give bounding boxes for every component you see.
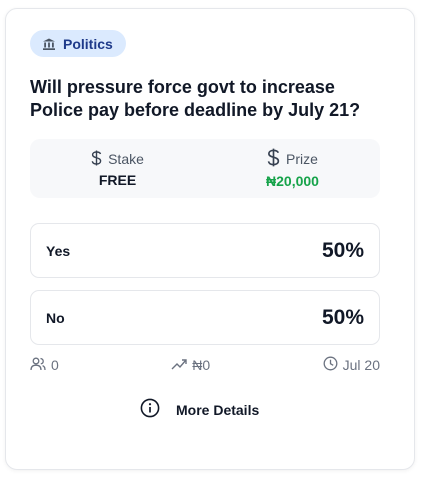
volume-value: ₦0 bbox=[192, 357, 211, 373]
stats-panel: Stake FREE Prize ₦20,000 bbox=[30, 139, 380, 198]
volume-amount: ₦0 bbox=[171, 357, 210, 373]
users-icon bbox=[30, 357, 46, 374]
prize-stat: Prize ₦20,000 bbox=[205, 139, 380, 198]
option-no[interactable]: No 50% bbox=[30, 290, 380, 345]
deadline-value: Jul 20 bbox=[342, 357, 380, 373]
market-footer: 0 ₦0 Jul 20 bbox=[30, 355, 380, 375]
prize-value: ₦20,000 bbox=[266, 173, 319, 189]
bank-icon bbox=[42, 37, 56, 51]
stake-value: FREE bbox=[98, 171, 137, 188]
option-percent: 50% bbox=[321, 238, 364, 262]
stake-label: Stake bbox=[108, 151, 144, 167]
stake-stat: Stake FREE bbox=[30, 139, 205, 198]
market-question: Will pressure force govt to increase Pol… bbox=[30, 77, 361, 120]
prize-label: Prize bbox=[286, 151, 318, 167]
category-badge[interactable]: Politics bbox=[30, 30, 126, 57]
category-label: Politics bbox=[63, 35, 113, 52]
info-icon bbox=[140, 398, 160, 421]
participants-count: 0 bbox=[30, 357, 59, 374]
trending-up-icon bbox=[171, 357, 187, 373]
participants-value: 0 bbox=[51, 357, 59, 373]
deadline-date: Jul 20 bbox=[323, 356, 380, 374]
dollar-icon bbox=[267, 148, 280, 170]
option-label: Yes bbox=[46, 242, 71, 259]
more-details-button[interactable]: More Details bbox=[140, 398, 259, 421]
dollar-icon bbox=[91, 150, 102, 169]
more-details-label: More Details bbox=[176, 401, 260, 418]
option-yes[interactable]: Yes 50% bbox=[30, 223, 380, 278]
clock-icon bbox=[323, 356, 338, 374]
option-percent: 50% bbox=[321, 305, 364, 329]
option-label: No bbox=[46, 309, 65, 326]
